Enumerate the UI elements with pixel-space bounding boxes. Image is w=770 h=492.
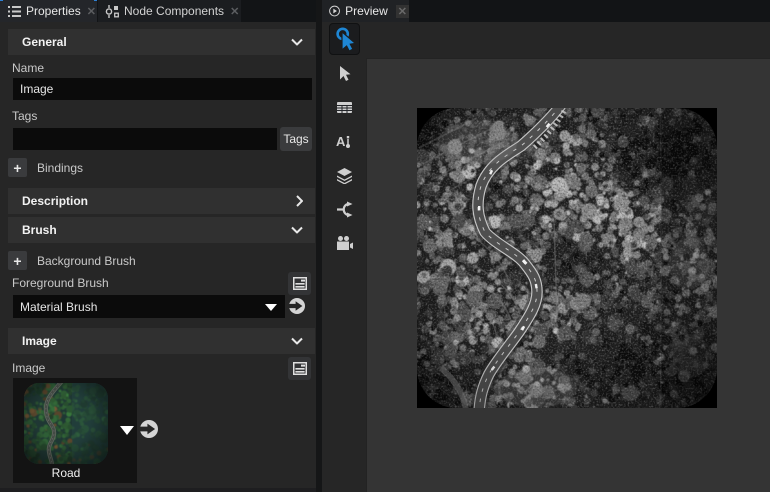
- svg-text:A: A: [336, 134, 346, 149]
